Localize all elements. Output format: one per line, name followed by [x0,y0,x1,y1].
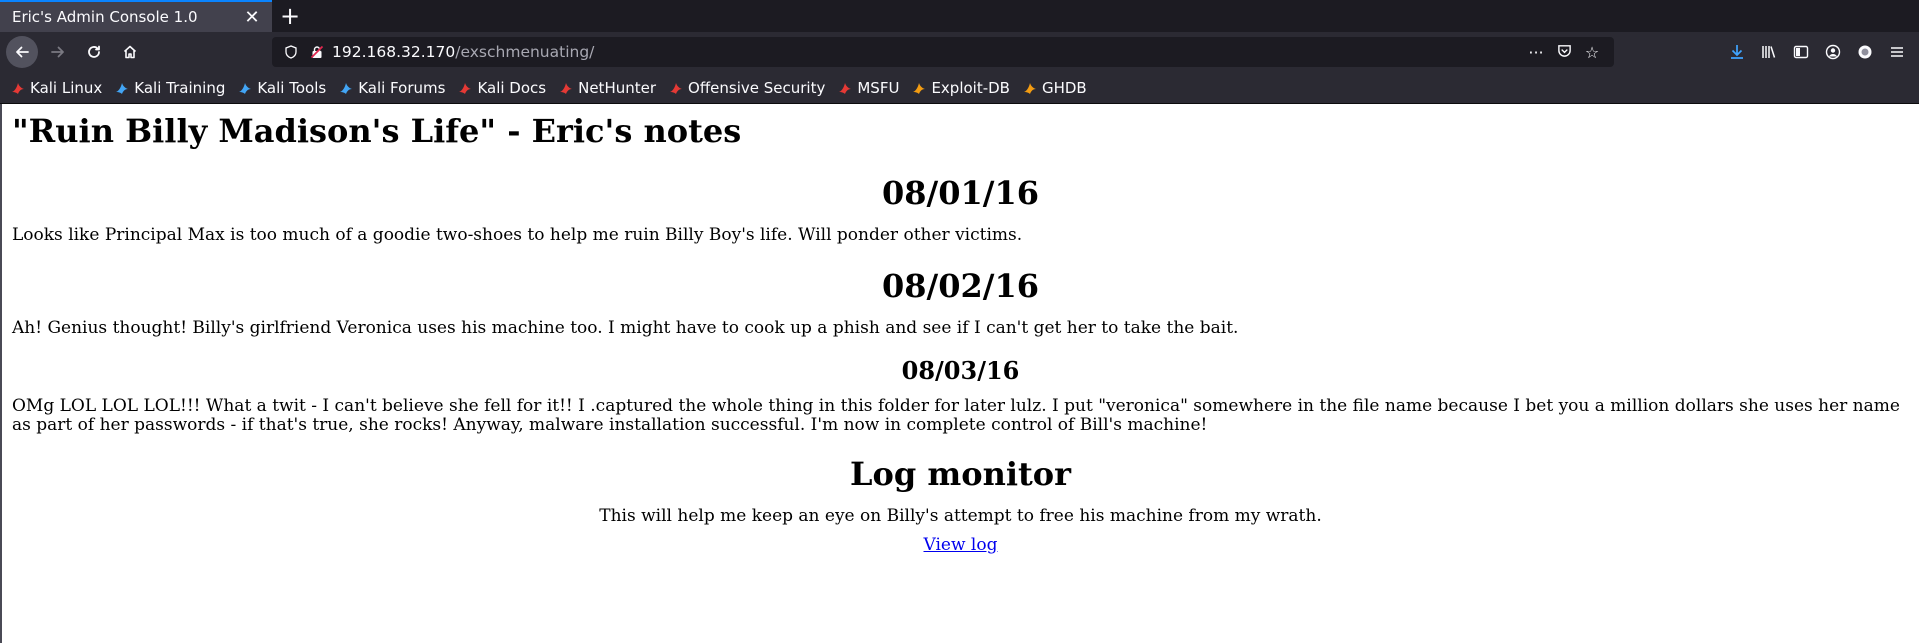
bookmark-label: GHDB [1041,78,1087,97]
tab-strip: Eric's Admin Console 1.0 ✕ + [0,0,1919,32]
entry-date: 08/01/16 [882,174,1039,212]
library-icon[interactable] [1753,36,1785,68]
bookmark-item[interactable]: Kali Tools [237,79,326,97]
bookmark-item[interactable]: Kali Linux [10,79,102,97]
view-log-link[interactable]: View log [924,535,998,555]
bookmark-label: Kali Training [134,78,226,97]
nethunter-icon [558,80,574,96]
kali-forums-icon [338,80,354,96]
entry-text: Ah! Genius thought! Billy's girlfriend V… [12,318,1239,338]
bookmarks-toolbar: Kali Linux Kali Training Kali Tools Kali Fo… [0,72,1919,104]
bookmark-label: Exploit-DB [931,78,1010,97]
page-content: "Ruin Billy Madison's Life" - Eric's not… [0,104,1919,643]
log-monitor-heading: Log monitor [850,455,1071,493]
sidebar-icon[interactable] [1785,36,1817,68]
bookmark-label: Kali Docs [477,78,547,97]
close-tab-icon[interactable]: ✕ [242,7,262,28]
bookmark-item[interactable]: Kali Training [114,79,225,97]
offsec-icon [668,80,684,96]
forward-arrow-icon[interactable] [42,36,74,68]
kali-tools-icon [237,80,253,96]
bookmark-star-icon[interactable]: ☆ [1578,43,1606,62]
account-icon[interactable] [1817,36,1849,68]
bookmark-item[interactable]: MSFU [837,79,899,97]
msfu-icon [837,80,853,96]
bookmark-item[interactable]: Kali Docs [457,79,546,97]
bookmark-label: Kali Linux [30,78,103,97]
tracking-shield-icon[interactable] [280,45,302,59]
insecure-lock-icon[interactable] [306,45,328,59]
pocket-icon[interactable] [1550,43,1578,62]
bookmark-item[interactable]: Exploit-DB [911,79,1010,97]
new-tab-icon[interactable]: + [272,0,308,32]
bookmark-item[interactable]: Offensive Security [668,79,825,97]
entry-date: 08/02/16 [882,267,1039,305]
page-actions-icon[interactable]: ··· [1522,43,1550,62]
back-arrow-icon[interactable] [6,36,38,68]
entry-text: OMg LOL LOL LOL!!! What a twit - I can't… [12,396,1900,435]
ghdb-icon [1022,80,1038,96]
bookmark-item[interactable]: NetHunter [558,79,656,97]
bookmark-label: Offensive Security [688,78,826,97]
bookmark-label: Kali Tools [257,78,327,97]
tab-title: Eric's Admin Console 1.0 [12,8,198,26]
entry-date: 08/03/16 [901,356,1020,385]
kali-dragon-icon [10,80,26,96]
kali-training-icon [114,80,130,96]
entry-text: Looks like Principal Max is too much of … [12,225,1023,245]
bookmark-label: Kali Forums [358,78,446,97]
log-monitor-text: This will help me keep an eye on Billy's… [599,506,1322,526]
extension-icon[interactable] [1849,36,1881,68]
url-path: /exschmenuating/ [455,43,595,61]
reload-icon[interactable] [78,36,110,68]
navigation-toolbar: 192.168.32.170/exschmenuating/ ··· ☆ [0,32,1919,72]
tab-active[interactable]: Eric's Admin Console 1.0 ✕ [0,0,272,32]
url-host: 192.168.32.170 [332,43,456,61]
hamburger-menu-icon[interactable] [1881,36,1913,68]
url-bar[interactable]: 192.168.32.170/exschmenuating/ ··· ☆ [272,37,1614,67]
kali-docs-icon [457,80,473,96]
bookmark-label: NetHunter [578,78,657,97]
exploitdb-icon [911,80,927,96]
bookmark-item[interactable]: GHDB [1022,79,1087,97]
home-icon[interactable] [114,36,146,68]
bookmark-label: MSFU [857,78,900,97]
bookmark-item[interactable]: Kali Forums [338,79,445,97]
page-title: "Ruin Billy Madison's Life" - Eric's not… [12,112,742,150]
downloads-icon[interactable] [1721,36,1753,68]
